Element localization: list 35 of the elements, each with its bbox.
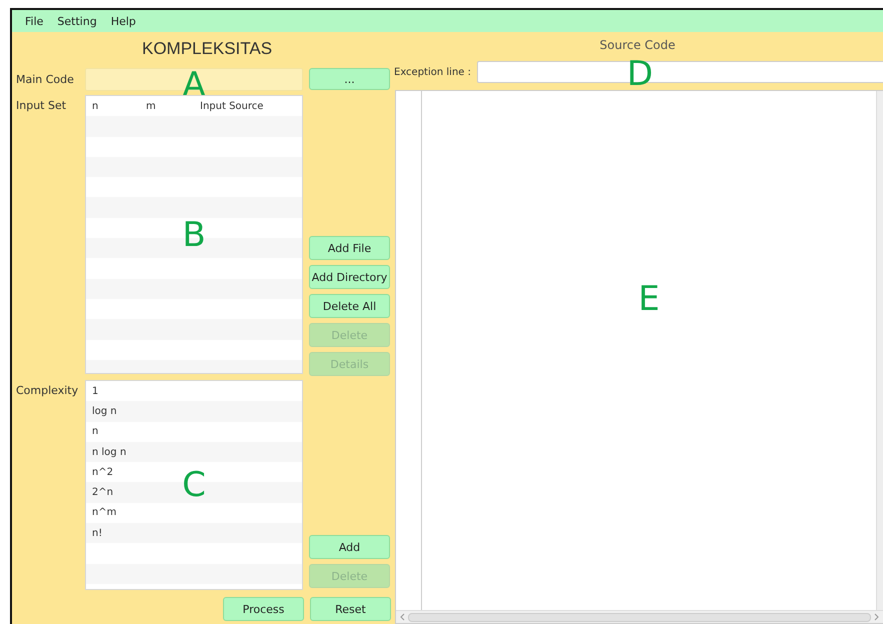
column-header: n — [92, 100, 100, 112]
annotation-letter: A — [182, 68, 206, 102]
annotation-letter: E — [638, 282, 660, 316]
field-label: Complexity — [16, 384, 79, 397]
list-item[interactable]: log n — [92, 406, 117, 417]
list-item[interactable]: n log n — [92, 446, 126, 458]
field-label: Input Set — [16, 99, 68, 112]
list-item[interactable]: 1 — [92, 386, 98, 397]
list-item[interactable]: n — [92, 426, 98, 438]
app-title: KOMPLEKSITAS — [142, 38, 272, 58]
list-item[interactable]: n^m — [92, 507, 116, 518]
menu-item[interactable]: Setting — [52, 12, 102, 30]
field-label: Main Code — [16, 72, 75, 86]
scroll-right-icon[interactable] — [874, 613, 879, 621]
action-button[interactable]: Add File — [309, 236, 390, 260]
column-header: Input Source — [200, 100, 264, 112]
list-item[interactable]: 2^n — [92, 487, 114, 498]
action-button[interactable]: Process — [223, 597, 304, 621]
browse-button[interactable]: ... — [309, 68, 390, 90]
annotation-letter: B — [182, 218, 206, 252]
panel-title: Source Code — [600, 38, 676, 52]
menu-item[interactable]: Help — [106, 12, 141, 30]
action-button[interactable]: Delete All — [309, 294, 390, 318]
list-item[interactable]: n! — [92, 528, 102, 539]
action-button[interactable]: Reset — [310, 597, 391, 621]
scroll-left-icon[interactable] — [400, 613, 405, 621]
horizontal-scrollbar[interactable] — [396, 610, 883, 623]
list-item[interactable]: n^2 — [92, 466, 114, 478]
menu-item[interactable]: File — [20, 12, 48, 30]
vertical-scrollbar[interactable] — [876, 91, 883, 610]
column-header: m — [146, 100, 157, 112]
action-button[interactable]: Add Directory — [309, 265, 390, 289]
annotation-letter: C — [182, 468, 206, 502]
field-label: Exception line : — [394, 66, 471, 78]
action-button[interactable]: Add — [309, 535, 390, 559]
